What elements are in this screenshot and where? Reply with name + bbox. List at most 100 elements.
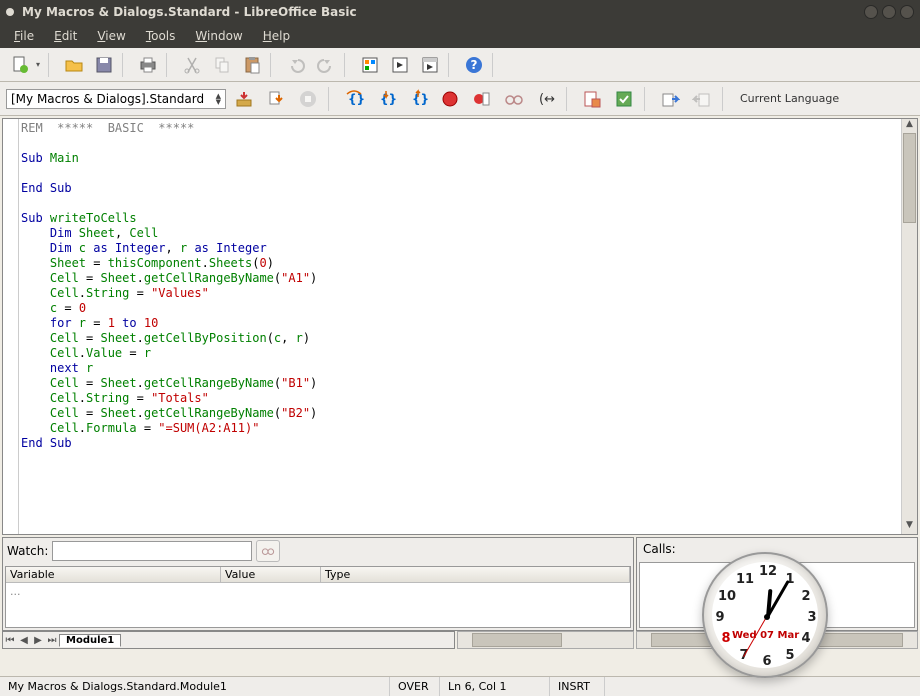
new-doc-icon	[10, 55, 30, 75]
stop-button[interactable]	[294, 85, 322, 113]
paste-icon	[242, 55, 262, 75]
svg-text:{}: {}	[412, 92, 428, 106]
watch-grid[interactable]: Variable Value Type ...	[5, 566, 631, 628]
scroll-thumb[interactable]	[903, 133, 916, 223]
watch-col-value[interactable]: Value	[221, 567, 321, 582]
compile-icon	[234, 89, 254, 109]
step-into-icon: {}	[376, 89, 396, 109]
status-position: Ln 6, Col 1	[440, 677, 550, 696]
menu-view[interactable]: View	[89, 27, 133, 45]
window-maximize-button[interactable]	[882, 5, 896, 19]
clock-num-10: 10	[718, 589, 734, 604]
watch-grid-body[interactable]: ...	[6, 583, 630, 627]
step-over-icon: {}	[344, 89, 364, 109]
catalog-icon	[360, 55, 380, 75]
watch-input[interactable]	[52, 541, 252, 561]
watch-label: Watch:	[7, 544, 48, 558]
clock-num-5: 5	[782, 648, 798, 663]
macro-toolbar: [My Macros & Dialogs].Standard ▲▼ {} {} …	[0, 82, 920, 116]
modules-icon	[420, 55, 440, 75]
step-into-button[interactable]: {}	[372, 85, 400, 113]
print-button[interactable]	[134, 51, 162, 79]
new-doc-dropdown[interactable]: ▾	[36, 60, 44, 69]
watch-col-type[interactable]: Type	[321, 567, 630, 582]
watch-grid-header: Variable Value Type	[6, 567, 630, 583]
stop-icon	[298, 89, 318, 109]
code-editor[interactable]: REM ***** BASIC ***** Sub Main End Sub S…	[2, 118, 918, 535]
save-source-button[interactable]	[610, 85, 638, 113]
save-icon	[94, 55, 114, 75]
remove-watch-button[interactable]	[256, 540, 280, 562]
clock-num-4: 4	[798, 631, 814, 646]
tab-nav-next[interactable]: ▶	[31, 635, 45, 646]
clock-num-6: 6	[759, 654, 775, 669]
status-over[interactable]: OVER	[390, 677, 440, 696]
menu-window[interactable]: Window	[187, 27, 250, 45]
run-button[interactable]	[262, 85, 290, 113]
open-button[interactable]	[60, 51, 88, 79]
watch-button[interactable]	[500, 85, 528, 113]
glasses-icon	[261, 544, 275, 558]
step-out-icon: {}	[408, 89, 428, 109]
editor-content[interactable]: REM ***** BASIC ***** Sub Main End Sub S…	[19, 119, 901, 534]
library-selector-value: [My Macros & Dialogs].Standard	[11, 92, 216, 106]
run-icon	[266, 89, 286, 109]
insert-source-button[interactable]	[578, 85, 606, 113]
library-selector[interactable]: [My Macros & Dialogs].Standard ▲▼	[6, 89, 226, 109]
desktop-clock-widget[interactable]: 12 1 2 3 4 5 6 7 8 9 10 11 Wed 07 Mar	[702, 552, 828, 678]
import-dialog-button[interactable]	[656, 85, 684, 113]
save-button[interactable]	[90, 51, 118, 79]
menu-edit[interactable]: Edit	[46, 27, 85, 45]
menu-help[interactable]: Help	[255, 27, 298, 45]
macro-select-icon	[390, 55, 410, 75]
watch-glasses-icon	[504, 89, 524, 109]
scroll-down-arrow[interactable]: ▼	[902, 520, 917, 534]
print-icon	[138, 55, 158, 75]
find-parentheses-button[interactable]: (↔)	[532, 85, 560, 113]
editor-horizontal-scrollbar[interactable]	[457, 631, 634, 649]
tab-nav-prev[interactable]: ◀	[17, 635, 31, 646]
insert-source-icon	[582, 89, 602, 109]
import-icon	[660, 89, 680, 109]
svg-text:{}: {}	[380, 92, 396, 106]
clock-num-9: 9	[712, 610, 728, 625]
status-path: My Macros & Dialogs.Standard.Module1	[0, 677, 390, 696]
watch-panel: Watch: Variable Value Type ...	[2, 537, 634, 631]
editor-vertical-scrollbar[interactable]: ▲ ▼	[901, 119, 917, 534]
breakpoint-button[interactable]	[436, 85, 464, 113]
export-icon	[692, 89, 712, 109]
cut-icon	[182, 55, 202, 75]
folder-open-icon	[64, 55, 84, 75]
clock-num-12: 12	[759, 564, 775, 579]
watch-col-variable[interactable]: Variable	[6, 567, 221, 582]
help-button[interactable]: ?	[460, 51, 488, 79]
select-macro-button[interactable]	[386, 51, 414, 79]
redo-button[interactable]	[312, 51, 340, 79]
tab-nav-last[interactable]: ⏭	[45, 635, 59, 646]
modules-button[interactable]	[416, 51, 444, 79]
manage-breakpoints-button[interactable]	[468, 85, 496, 113]
new-document-button[interactable]	[6, 51, 34, 79]
cut-button[interactable]	[178, 51, 206, 79]
status-insert-mode[interactable]: INSRT	[550, 677, 605, 696]
menu-tools[interactable]: Tools	[138, 27, 184, 45]
window-minimize-button[interactable]	[864, 5, 878, 19]
copy-button[interactable]	[208, 51, 236, 79]
object-catalog-button[interactable]	[356, 51, 384, 79]
tab-module1[interactable]: Module1	[59, 634, 121, 647]
step-over-button[interactable]: {}	[340, 85, 368, 113]
undo-button[interactable]	[282, 51, 310, 79]
compile-button[interactable]	[230, 85, 258, 113]
clock-date: Wed 07 Mar	[732, 630, 799, 641]
tab-nav-first[interactable]: ⏮	[3, 635, 17, 646]
scroll-up-arrow[interactable]: ▲	[902, 119, 917, 133]
window-close-button[interactable]	[900, 5, 914, 19]
menu-file[interactable]: File	[6, 27, 42, 45]
parens-icon: (↔)	[536, 89, 556, 109]
editor-gutter[interactable]	[3, 119, 19, 534]
paste-button[interactable]	[238, 51, 266, 79]
undo-icon	[286, 55, 306, 75]
export-dialog-button[interactable]	[688, 85, 716, 113]
step-out-button[interactable]: {}	[404, 85, 432, 113]
clock-num-2: 2	[798, 589, 814, 604]
